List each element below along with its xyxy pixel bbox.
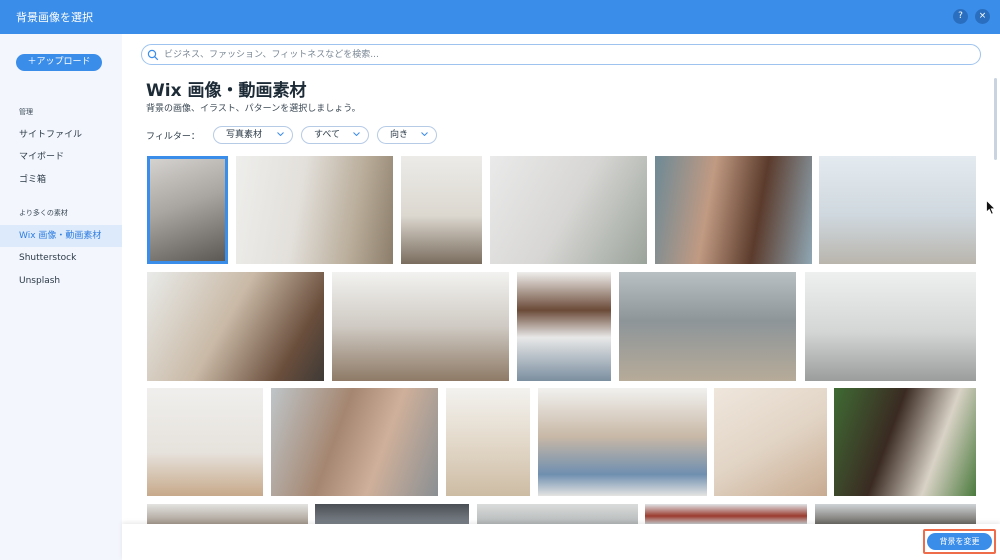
sidebar-item-wix-media[interactable]: Wix 画像・動画素材 [0,225,122,247]
thumb-woman-mask-laptop[interactable] [236,156,393,264]
thumb-terrace-view[interactable] [819,156,976,264]
chevron-down-icon [277,132,284,136]
search-icon [147,49,159,61]
thumb-pampas-vase[interactable] [147,388,263,496]
thumb-row4-b[interactable] [315,504,469,524]
thumb-coffee-pourover[interactable] [147,156,228,264]
window-titlebar: 背景画像を選択 ? × [0,0,1000,34]
chevron-down-icon [421,132,428,136]
page-title: Wix 画像・動画素材 [146,81,307,101]
filter-media-type-label: 写真素材 [226,130,263,140]
sidebar-item-unsplash[interactable]: Unsplash [0,270,122,292]
manage-heading: 管理 [19,108,33,116]
search-bar[interactable] [141,44,981,65]
page-subtitle: 背景の画像、イラスト、パターンを選択しましょう。 [146,104,361,114]
more-media-heading: より多くの素材 [19,209,68,217]
sidebar-item-my-boards[interactable]: マイボード [0,146,122,168]
help-button[interactable]: ? [953,9,968,24]
thumb-gym-jump[interactable] [332,272,509,381]
thumb-living-room[interactable] [401,156,482,264]
sidebar: ＋アップロード 管理 サイトファイル マイボード ゴミ箱 より多くの素材 Wix… [0,34,122,560]
thumb-two-women-smiling[interactable] [655,156,812,264]
gallery-scrollbar[interactable] [994,78,997,160]
filter-category[interactable]: すべて [301,126,369,144]
sidebar-item-site-files[interactable]: サイトファイル [0,124,122,146]
thumb-dried-grass[interactable] [446,388,530,496]
search-input[interactable] [164,47,964,62]
thumb-woman-sitting[interactable] [517,272,611,381]
upload-button[interactable]: ＋アップロード [16,54,102,71]
window-title: 背景画像を選択 [16,11,93,24]
filter-orientation-label: 向き [390,130,409,140]
dialog-footer [122,524,1000,560]
thumb-yoga-couple[interactable] [490,156,647,264]
change-background-button[interactable]: 背景を変更 [927,533,992,550]
thumb-row4-c[interactable] [477,504,638,524]
close-button[interactable]: × [975,9,990,24]
mouse-cursor-icon [986,200,996,215]
thumb-couple-cuddle[interactable] [271,388,438,496]
thumb-father-child-study[interactable] [538,388,707,496]
thumb-couple-laughing[interactable] [834,388,976,496]
change-button-highlight: 背景を変更 [923,529,996,554]
thumb-row4-d[interactable] [645,504,807,524]
thumb-couple-kitchen[interactable] [147,272,324,381]
thumb-office-wheelchair[interactable] [805,272,976,381]
filter-label: フィルター： [146,132,200,142]
sidebar-item-trash[interactable]: ゴミ箱 [0,169,122,191]
thumb-couple-beach-walk[interactable] [619,272,796,381]
filter-category-label: すべて [314,130,341,140]
sidebar-item-shutterstock[interactable]: Shutterstock [0,247,122,269]
thumb-row4-a[interactable] [147,504,308,524]
thumb-row4-e[interactable] [815,504,976,524]
filter-orientation[interactable]: 向き [377,126,437,144]
filter-media-type[interactable]: 写真素材 [213,126,293,144]
thumb-flour-heart[interactable] [714,388,827,496]
chevron-down-icon [353,132,360,136]
